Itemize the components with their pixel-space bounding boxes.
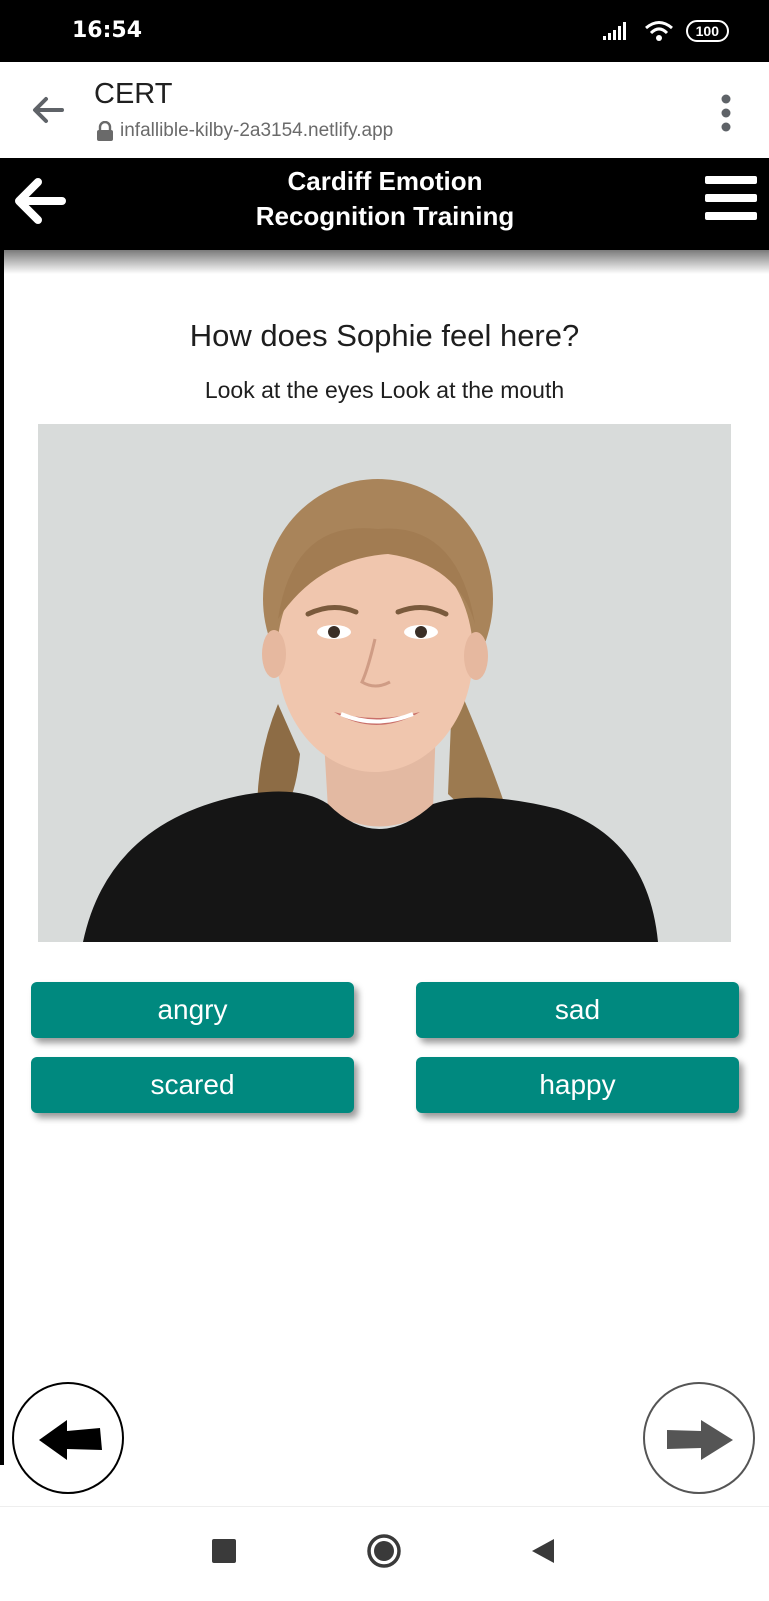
signal-icon [602, 22, 626, 40]
app-title-line1: Cardiff Emotion [287, 166, 483, 196]
arrow-left-icon[interactable] [28, 90, 68, 130]
app-header: Cardiff Emotion Recognition Training [0, 158, 769, 274]
status-time: 16:54 [72, 18, 143, 43]
face-illustration [38, 424, 731, 942]
status-bar: 16:54 100 [0, 0, 769, 62]
next-button[interactable] [643, 1382, 755, 1494]
back-triangle-icon[interactable] [530, 1537, 556, 1565]
status-icons: 100 [602, 20, 729, 42]
answer-button-happy[interactable]: happy [416, 1057, 739, 1113]
more-options-icon[interactable] [719, 94, 733, 132]
left-edge [0, 250, 4, 1465]
browser-toolbar: CERT infallible-kilby-2a3154.netlify.app [0, 62, 769, 159]
app-title: Cardiff Emotion Recognition Training [180, 164, 590, 234]
app-title-line2: Recognition Training [255, 201, 515, 231]
answer-button-angry[interactable]: angry [31, 982, 354, 1038]
arrow-right-icon [667, 1420, 733, 1460]
previous-button[interactable] [12, 1382, 124, 1494]
face-photo [38, 424, 731, 942]
system-navigation-bar [0, 1506, 769, 1601]
answer-button-scared[interactable]: scared [31, 1057, 354, 1113]
arrow-left-icon[interactable] [10, 172, 68, 230]
header-shadow [0, 250, 769, 274]
question-hint: Look at the eyes Look at the mouth [204, 377, 565, 403]
arrow-left-icon [39, 1420, 102, 1460]
lock-icon [97, 121, 113, 141]
url-bar[interactable]: infallible-kilby-2a3154.netlify.app [96, 120, 393, 142]
hamburger-icon[interactable] [705, 172, 757, 224]
url-text: infallible-kilby-2a3154.netlify.app [120, 120, 394, 141]
wifi-icon [644, 21, 673, 41]
question-text: How does Sophie feel here? [189, 318, 580, 353]
home-icon[interactable] [366, 1533, 402, 1569]
browser-page-title: CERT [94, 78, 173, 110]
answer-button-sad[interactable]: sad [416, 982, 739, 1038]
battery-indicator: 100 [685, 20, 729, 42]
recent-apps-icon[interactable] [212, 1539, 236, 1563]
